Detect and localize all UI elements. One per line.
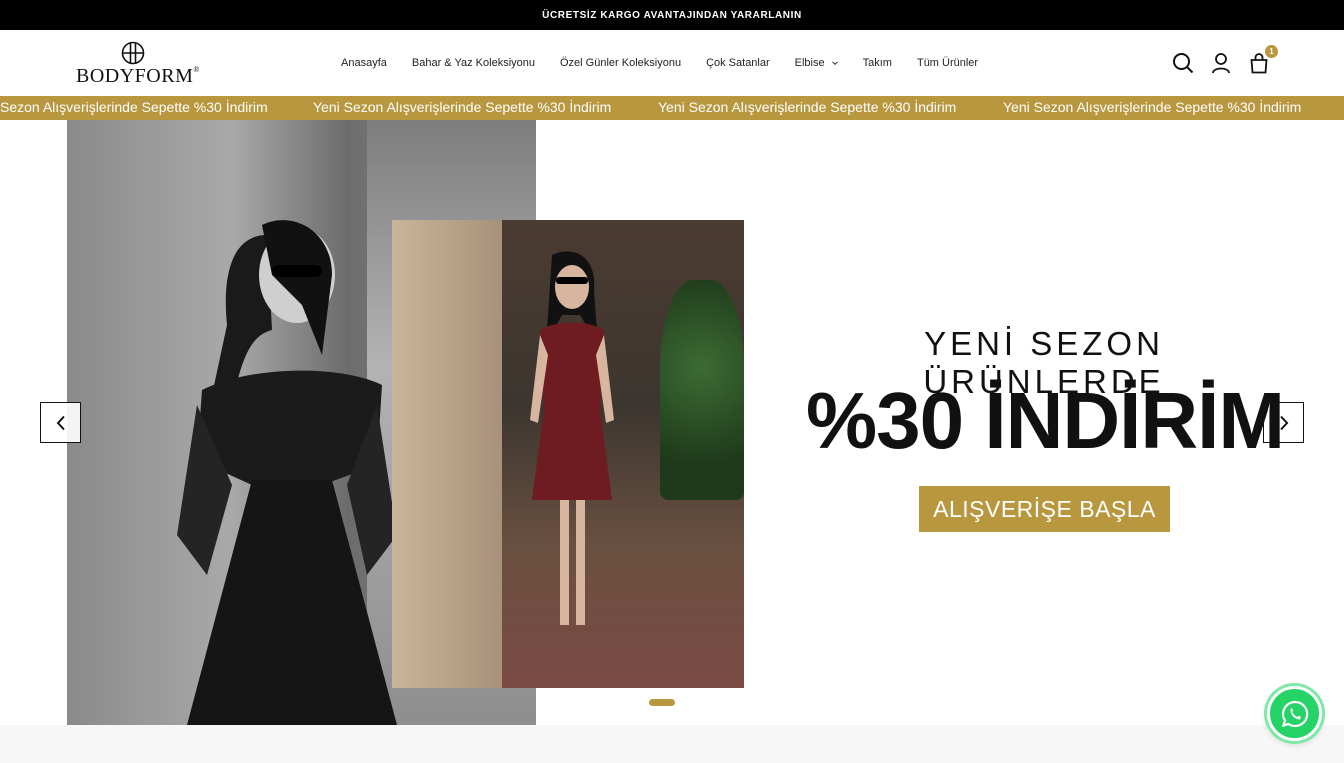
slider-next-button[interactable] [1263,402,1304,443]
cart-icon[interactable]: 1 [1248,45,1278,74]
chevron-right-icon [1279,415,1288,430]
whatsapp-button[interactable] [1267,686,1322,741]
hero-photo-color [392,220,744,688]
nav-item-tum-urunler[interactable]: Tüm Ürünler [917,57,978,69]
nav-item-cok-satanlar[interactable]: Çok Satanlar [706,57,770,69]
announcement-bar: ÜCRETSİZ KARGO AVANTAJINDAN YARARLANIN [0,0,1344,30]
ticker-item: Yeni Sezon Alışverişlerinde Sepette %30 … [658,99,957,115]
nav-item-elbise[interactable]: Elbise [795,57,838,69]
model-silhouette [177,220,397,725]
nav-item-ozel-gunler[interactable]: Özel Günler Koleksiyonu [560,57,681,69]
brand-wordmark: BODYFORM® [76,65,200,87]
header-actions: 1 [1172,45,1278,76]
shop-now-button[interactable]: ALIŞVERİŞE BAŞLA [919,486,1170,532]
brand-mark-icon [121,41,145,65]
slider-prev-button[interactable] [40,402,81,443]
search-icon[interactable] [1172,52,1194,74]
nav-item-bahar-yaz[interactable]: Bahar & Yaz Koleksiyonu [412,57,535,69]
cart-count-badge: 1 [1265,45,1278,58]
promo-ticker: Sezon Alışverişlerinde Sepette %30 İndir… [0,96,1344,120]
ticker-item: Yeni Sezon Alışverişlerinde Sepette %30 … [1003,99,1302,115]
page-section-strip [0,725,1344,763]
nav-item-anasayfa[interactable]: Anasayfa [341,57,387,69]
chevron-down-icon [831,61,838,66]
ticker-item: Yeni Sezon Alışverişlerinde Sepette %30 … [313,99,612,115]
user-icon[interactable] [1210,52,1232,74]
chevron-left-icon [56,415,65,430]
site-header: BODYFORM® Anasayfa Bahar & Yaz Koleksiyo… [0,30,1344,96]
nav-item-takim[interactable]: Takım [863,57,892,69]
hero-discount: %30 İNDİRİM [806,376,1285,465]
whatsapp-icon [1281,700,1308,727]
main-nav: Anasayfa Bahar & Yaz Koleksiyonu Özel Gü… [341,30,978,96]
brand-logo[interactable]: BODYFORM® [76,41,200,87]
announcement-text: ÜCRETSİZ KARGO AVANTAJINDAN YARARLANIN [542,9,802,21]
model-color-silhouette [530,251,614,625]
slider-dot-active[interactable] [649,699,675,706]
hero-slider: YENİ SEZON ÜRÜNLERDE %30 İNDİRİM ALIŞVER… [0,120,1344,725]
ticker-item: Sezon Alışverişlerinde Sepette %30 İndir… [0,99,268,115]
